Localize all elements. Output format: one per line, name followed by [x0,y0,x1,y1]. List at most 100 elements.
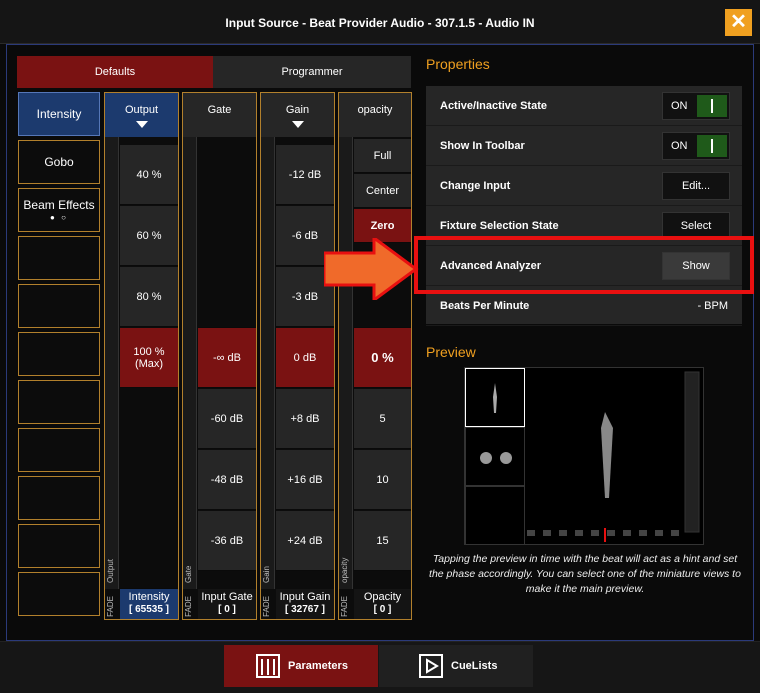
gate-header[interactable]: Gate [183,93,256,137]
gain-header[interactable]: Gain [261,93,334,137]
toggle-knob [697,135,727,157]
fader-preset[interactable]: Full [354,139,411,173]
fader-preset[interactable]: 5 [354,389,411,449]
parameters-icon [256,654,280,678]
fader-header-label: Gain [285,104,310,116]
fader-track[interactable] [339,137,353,589]
fader-preset[interactable]: -48 dB [198,450,256,510]
preview-caption: Tapping the preview in time with the bea… [429,553,741,595]
fader-footer: Input Gain [ 32767 ] [276,589,334,619]
fader-preset[interactable]: 10 [354,450,411,510]
fader-preset[interactable]: -36 dB [198,511,256,571]
active-state-toggle[interactable]: ON [662,92,730,120]
fader-fill[interactable] [198,137,256,328]
fader-footer-name: Intensity [128,591,170,603]
tab-cuelists[interactable]: CueLists [379,645,533,687]
fader-footer: Input Gate [ 0 ] [198,589,256,619]
play-icon [419,654,443,678]
fader-footer-name: Opacity [363,591,402,603]
tab-defaults[interactable]: Defaults [17,56,213,88]
fader-preset[interactable]: +24 dB [276,511,334,571]
category-label: Intensity [36,107,82,121]
fader-preset-selected[interactable]: 0 dB [276,328,334,388]
mini-preview-dots[interactable] [465,427,525,486]
gain-fader[interactable]: Gain Gain -12 dB -6 dB -3 dB 0 dB +8 dB … [260,92,335,620]
property-label: Active/Inactive State [440,100,547,112]
category-empty[interactable] [18,428,100,472]
fader-vertical-label: opacity [340,557,349,583]
fader-preset[interactable]: +16 dB [276,450,334,510]
fader-preset[interactable]: 80 % [120,267,178,327]
gate-fader[interactable]: Gate Gate -∞ dB -60 dB -48 dB -36 dB FAD… [182,92,257,620]
arrow-icon [324,238,419,300]
fader-footer-value: [ 0 ] [218,604,236,615]
fader-track[interactable] [105,137,119,589]
category-empty[interactable] [18,284,100,328]
toggle-knob [697,95,727,117]
fader-header-label: Output [124,104,159,116]
output-fader[interactable]: Output Output 40 % 60 % 80 % 100 % (Max)… [104,92,179,620]
fader-value-display[interactable]: 0 % [354,328,411,388]
fader-vertical-label: Gate [184,565,193,583]
dropdown-triangle-icon [135,121,148,128]
fade-label: FADE [262,596,271,617]
mini-preview-beam[interactable] [465,368,525,427]
fader-track[interactable] [261,137,275,589]
property-label: Show In Toolbar [440,140,525,152]
fader-fill[interactable] [120,389,178,589]
fader-header-label: opacity [357,104,393,116]
fader-preset[interactable]: Center [354,174,411,208]
fader-preset-selected[interactable]: -∞ dB [198,328,256,388]
property-row-active-state: Active/Inactive State ON [426,86,742,126]
preview-area[interactable] [464,367,704,545]
fader-preset[interactable]: 40 % [120,145,178,205]
category-empty[interactable] [18,476,100,520]
fade-label: FADE [106,596,115,617]
opacity-fader[interactable]: opacity opacity Full Center Zero 0 % 5 1… [338,92,412,620]
category-empty[interactable] [18,236,100,280]
fader-preset[interactable]: -60 dB [198,389,256,449]
output-header[interactable]: Output [105,93,178,137]
edit-input-button[interactable]: Edit... [662,172,730,200]
opacity-header[interactable]: opacity [339,93,411,137]
fader-preset[interactable]: 60 % [120,206,178,266]
fader-footer-value: [ 32767 ] [284,604,326,615]
fader-footer-name: Input Gate [201,591,253,603]
fader-preset[interactable]: 15 [354,511,411,571]
property-label: Change Input [440,180,511,192]
category-empty[interactable] [18,380,100,424]
properties-title: Properties [426,56,490,72]
fader-preset[interactable]: -12 dB [276,145,334,205]
fade-label: FADE [340,596,349,617]
highlight-box [414,236,754,294]
category-empty[interactable] [18,524,100,568]
preview-title: Preview [426,344,476,360]
fader-footer-value: [ 0 ] [373,604,392,615]
fader-footer-name: Input Gain [279,591,331,603]
fade-label: FADE [184,596,193,617]
category-beam-effects[interactable]: Beam Effects ● ○ [18,188,100,232]
dots-icon [480,452,512,464]
category-gobo[interactable]: Gobo [18,140,100,184]
fader-footer-value: [ 65535 ] [128,604,170,615]
category-empty[interactable] [18,332,100,376]
window-title: Input Source - Beat Provider Audio - 307… [225,16,535,30]
beam-icon [493,383,497,413]
fader-footer: Opacity [ 0 ] [354,589,411,619]
show-in-toolbar-toggle[interactable]: ON [662,132,730,160]
property-row-show-in-toolbar: Show In Toolbar ON [426,126,742,166]
fader-track[interactable] [183,137,197,589]
category-intensity[interactable]: Intensity [18,92,100,136]
toggle-label: ON [671,140,688,152]
fader-vertical-label: Output [106,558,115,583]
tab-programmer[interactable]: Programmer [213,56,411,88]
fader-preset-selected[interactable]: 100 % (Max) [120,328,178,388]
fader-preset[interactable]: +8 dB [276,389,334,449]
mini-preview-empty[interactable] [465,486,525,545]
close-button[interactable]: ✕ [725,9,752,36]
main-preview-canvas[interactable] [525,368,703,544]
tab-parameters[interactable]: Parameters [224,645,378,687]
fader-vertical-label: Gain [262,566,271,583]
toggle-label: ON [671,100,688,112]
category-empty[interactable] [18,572,100,616]
